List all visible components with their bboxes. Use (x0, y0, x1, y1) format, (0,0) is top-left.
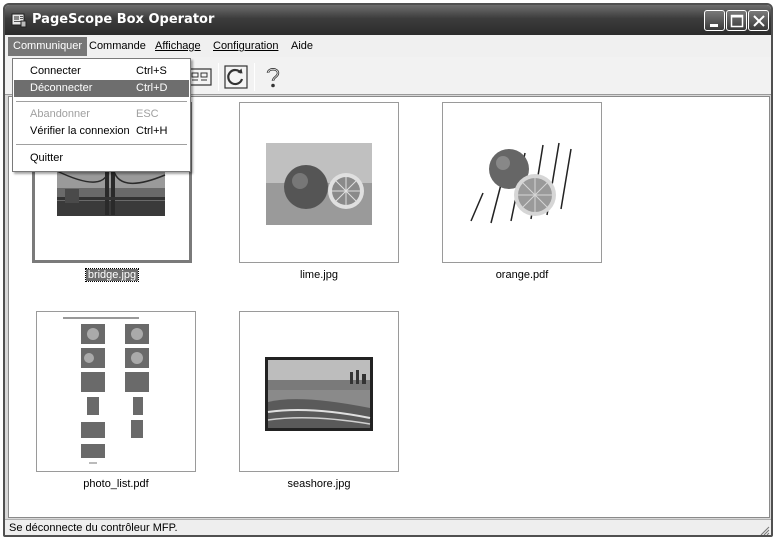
minimize-button[interactable] (704, 10, 725, 31)
window-title: PageScope Box Operator (32, 12, 215, 27)
menu-separator (16, 101, 187, 103)
menu-item-label: Abandonner (30, 108, 90, 120)
status-bar: Se déconnecte du contrôleur MFP. (5, 519, 771, 536)
toolbar-separator (218, 63, 219, 91)
menu-affichage[interactable]: Affichage (150, 37, 206, 56)
menu-item-label: Déconnecter (30, 82, 93, 94)
menu-item-shortcut: ESC (136, 108, 159, 120)
menu-item-abandonner[interactable]: Abandonner ESC (14, 106, 189, 123)
file-name-label[interactable]: bridge.jpg (32, 268, 192, 282)
menu-item-label: Vérifier la connexion (30, 125, 130, 137)
file-thumbnail[interactable] (239, 102, 399, 263)
help-icon (266, 68, 280, 88)
orange-photo (470, 142, 572, 224)
file-name-label[interactable]: seashore.jpg (239, 478, 399, 490)
menu-commande[interactable]: Commande (84, 37, 151, 56)
help-button[interactable] (260, 64, 286, 90)
title-bar[interactable]: PageScope Box Operator (5, 5, 771, 35)
resize-grip-icon[interactable] (758, 524, 770, 536)
minimize-icon (710, 24, 718, 27)
maximize-icon (730, 14, 744, 28)
status-text: Se déconnecte du contrôleur MFP. (9, 522, 178, 534)
refresh-button[interactable] (223, 64, 249, 90)
menu-communiquer[interactable]: Communiquer (8, 37, 88, 56)
menu-bar: Communiquer Commande Affichage Configura… (5, 35, 771, 57)
menu-item-shortcut: Ctrl+D (136, 82, 168, 94)
menu-item-deconnecter[interactable]: Déconnecter Ctrl+D (14, 80, 189, 97)
menu-aide[interactable]: Aide (286, 37, 318, 56)
app-icon (11, 12, 27, 28)
app-window: PageScope Box Operator Communiquer Comma… (3, 3, 773, 537)
photo-list-page (63, 317, 149, 464)
close-icon (753, 15, 765, 27)
file-name-label[interactable]: lime.jpg (239, 269, 399, 281)
menu-item-quitter[interactable]: Quitter (14, 150, 189, 167)
maximize-button[interactable] (726, 10, 747, 31)
close-button[interactable] (748, 10, 769, 31)
menu-item-connecter[interactable]: Connecter Ctrl+S (14, 63, 189, 80)
file-thumbnail[interactable] (36, 311, 196, 472)
menu-item-shortcut: Ctrl+S (136, 65, 167, 77)
menu-item-shortcut: Ctrl+H (136, 125, 168, 137)
menu-configuration[interactable]: Configuration (208, 37, 283, 56)
file-name-label[interactable]: photo_list.pdf (36, 478, 196, 490)
menu-item-label: Connecter (30, 65, 81, 77)
seashore-photo (265, 357, 373, 431)
lime-photo (266, 143, 372, 225)
menu-item-verifier-connexion[interactable]: Vérifier la connexion Ctrl+H (14, 123, 189, 140)
menu-separator (16, 144, 187, 146)
file-thumbnail[interactable] (442, 102, 602, 263)
file-name-label[interactable]: orange.pdf (442, 269, 602, 281)
toolbar-separator (254, 63, 255, 91)
menu-item-label: Quitter (30, 152, 64, 164)
refresh-icon (224, 65, 248, 89)
communiquer-dropdown: Connecter Ctrl+S Déconnecter Ctrl+D Aban… (12, 58, 191, 172)
file-thumbnail[interactable] (239, 311, 399, 472)
